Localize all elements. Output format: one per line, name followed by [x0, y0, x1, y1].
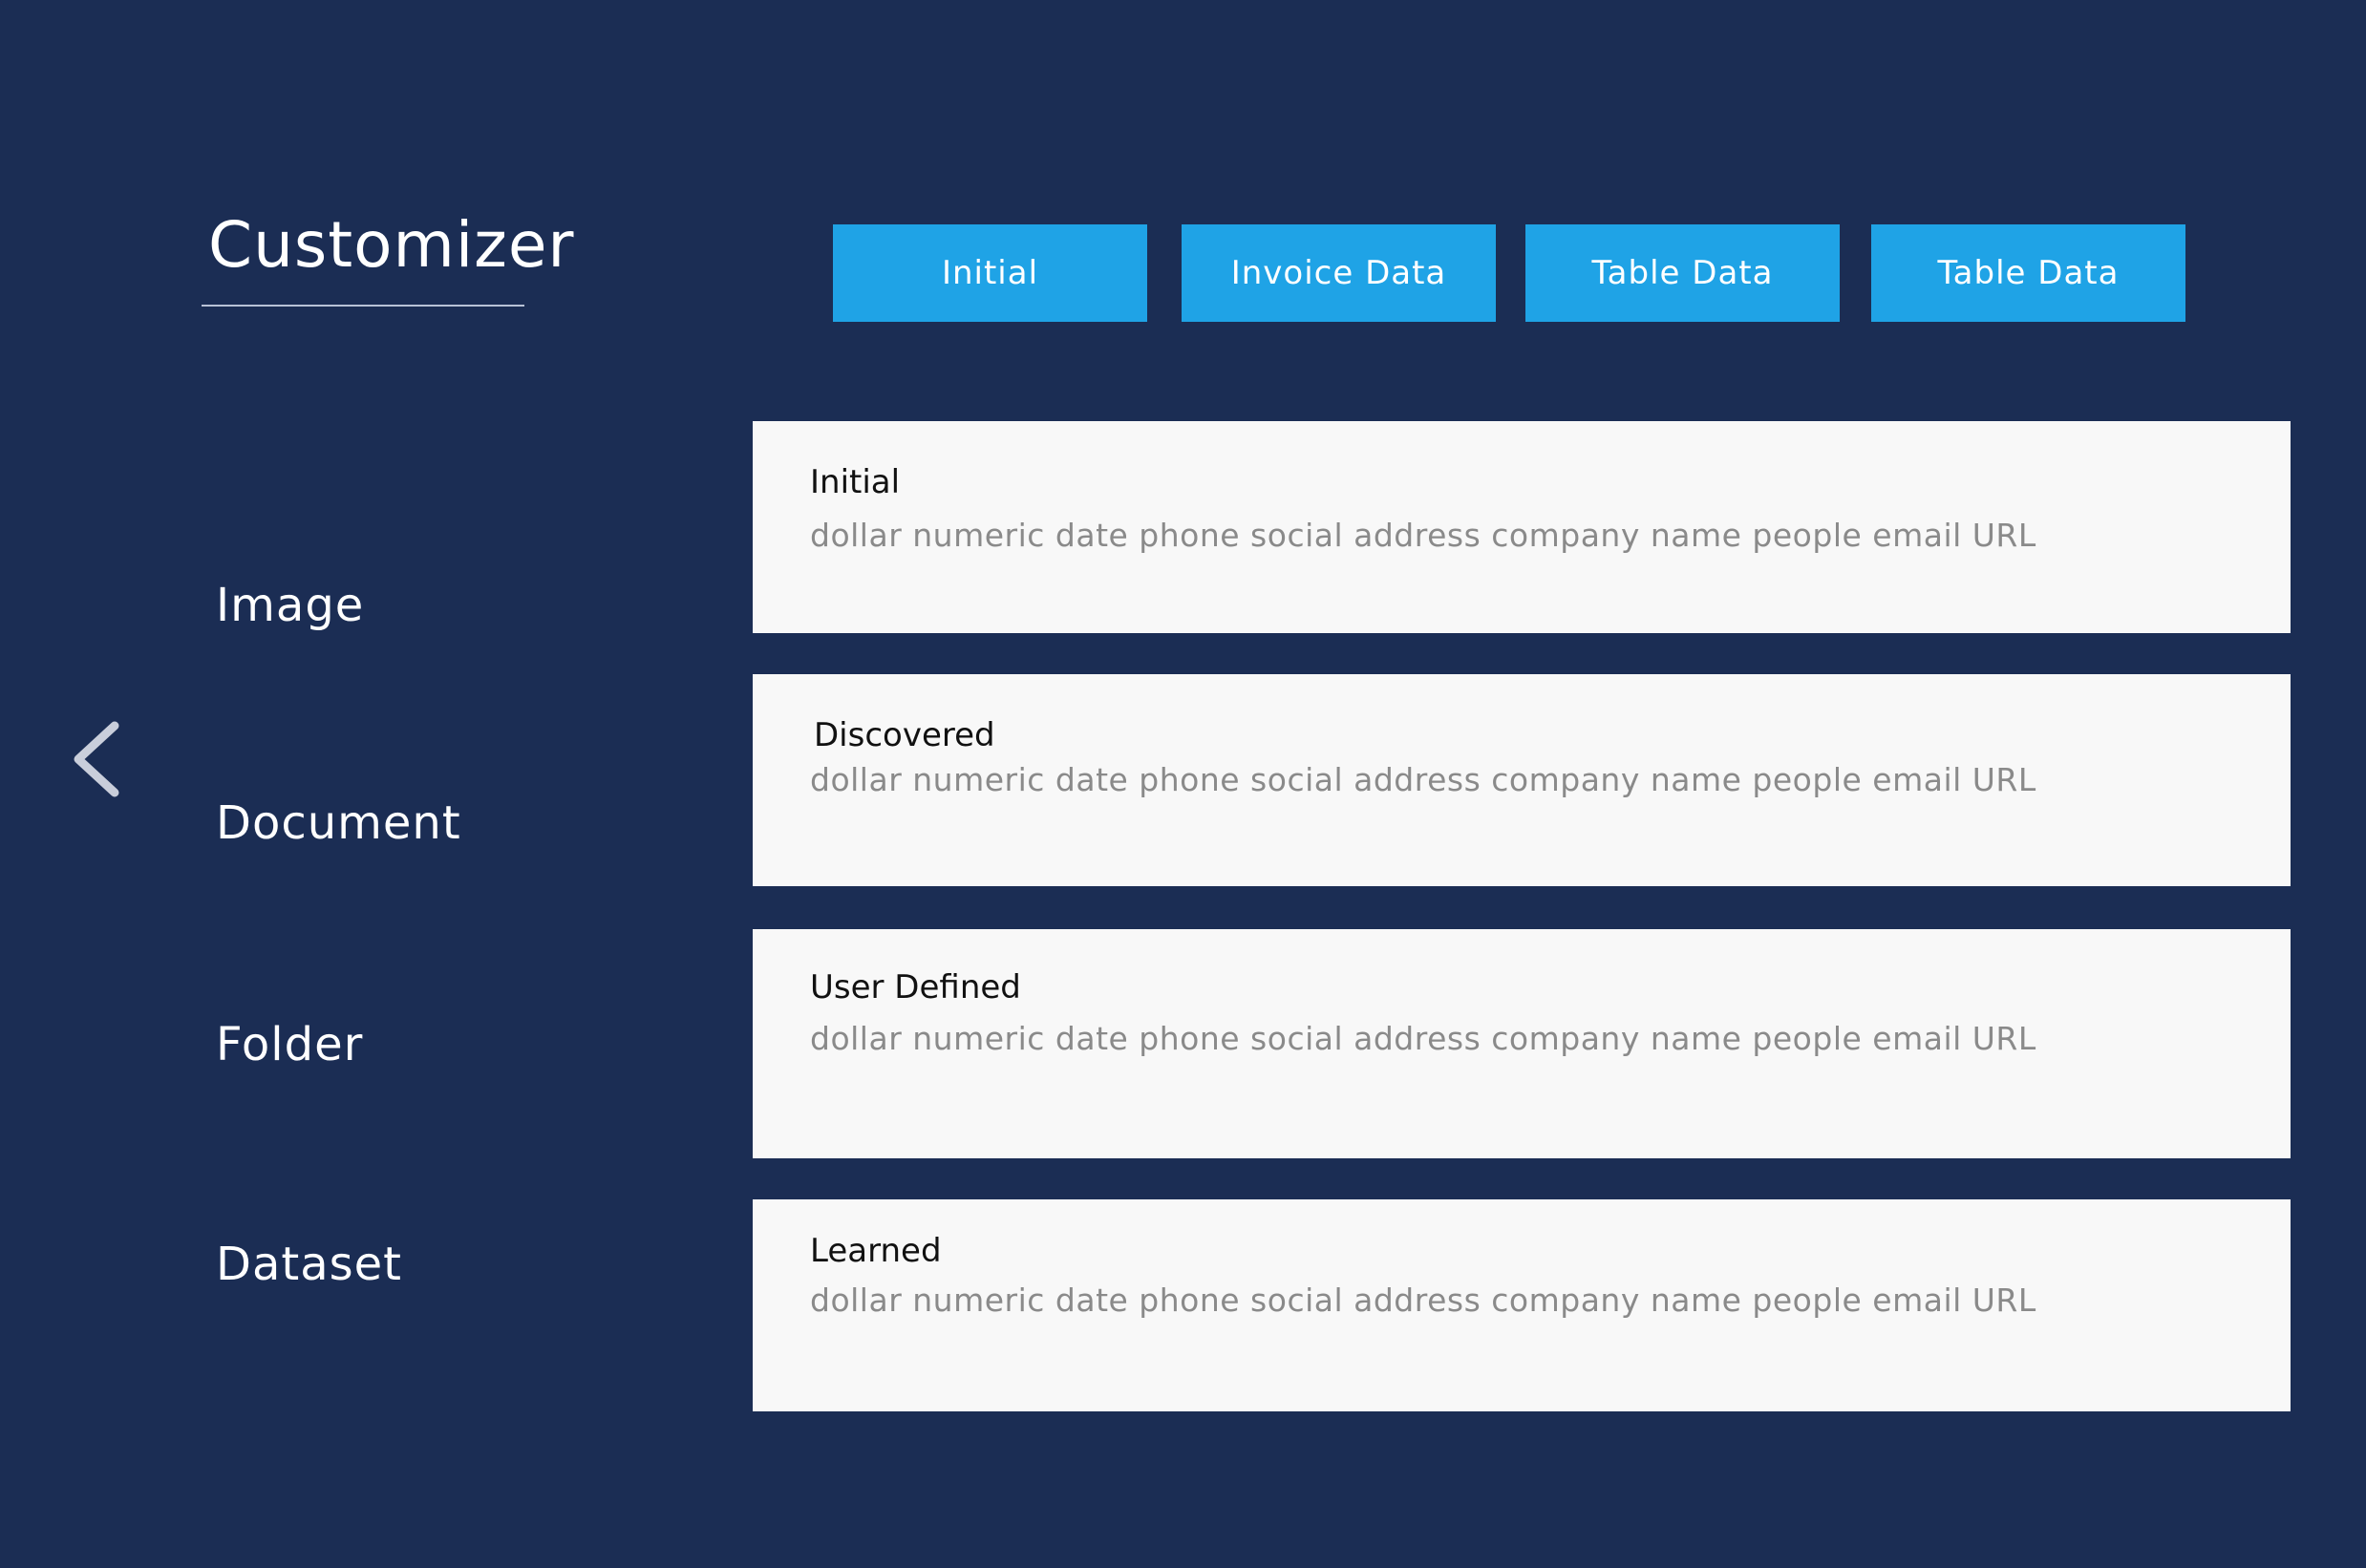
- card-types-list: dollar numeric date phone social address…: [810, 517, 2036, 554]
- customizer-page: Customizer Initial Invoice Data Table Da…: [0, 0, 2366, 1568]
- tab-invoice-data[interactable]: Invoice Data: [1182, 224, 1496, 322]
- card-title: Discovered: [814, 716, 995, 754]
- card-title: Initial: [810, 463, 901, 501]
- sidebar-item-dataset[interactable]: Dataset: [216, 1238, 402, 1291]
- card-title: User Defined: [810, 968, 1021, 1006]
- tab-table-data[interactable]: Table Data: [1525, 224, 1840, 322]
- card-user-defined[interactable]: User Defined dollar numeric date phone s…: [753, 929, 2291, 1158]
- card-types-list: dollar numeric date phone social address…: [810, 761, 2036, 798]
- card-learned[interactable]: Learned dollar numeric date phone social…: [753, 1199, 2291, 1411]
- card-types-list: dollar numeric date phone social address…: [810, 1020, 2036, 1057]
- tab-initial[interactable]: Initial: [833, 224, 1147, 322]
- sidebar-item-document[interactable]: Document: [216, 796, 461, 850]
- sidebar-item-folder[interactable]: Folder: [216, 1018, 363, 1071]
- page-title: Customizer: [208, 208, 575, 282]
- title-underline: [202, 305, 524, 307]
- chevron-left-icon[interactable]: [67, 718, 128, 800]
- card-title: Learned: [810, 1232, 942, 1270]
- card-initial[interactable]: Initial dollar numeric date phone social…: [753, 421, 2291, 633]
- card-discovered[interactable]: Discovered dollar numeric date phone soc…: [753, 674, 2291, 886]
- card-types-list: dollar numeric date phone social address…: [810, 1282, 2036, 1319]
- sidebar-item-image[interactable]: Image: [216, 579, 364, 632]
- tab-table-data-2[interactable]: Table Data: [1871, 224, 2185, 322]
